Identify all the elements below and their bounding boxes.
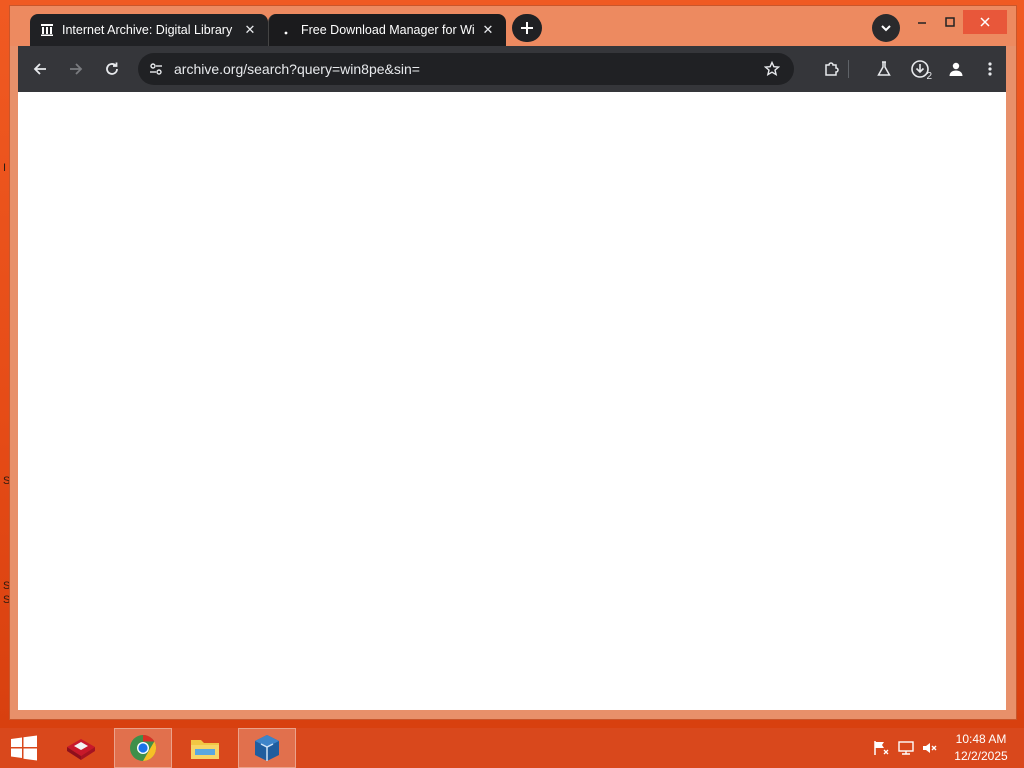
tab-free-download-manager[interactable]: Free Download Manager for Wi ✕ xyxy=(268,14,506,46)
maximize-icon xyxy=(945,17,955,27)
tab-title: Free Download Manager for Wi xyxy=(301,23,475,37)
tab-title: Internet Archive: Digital Library xyxy=(62,23,233,37)
taskbar-clock[interactable]: 10:48 AM 12/2/2025 xyxy=(944,731,1018,765)
taskbar-chrome[interactable] xyxy=(114,728,172,768)
reload-icon xyxy=(106,62,118,75)
chrome-icon xyxy=(130,734,157,762)
address-bar-url[interactable]: archive.org/search?query=win8pe&sin= xyxy=(174,61,758,77)
desktop-icon-label-fragment: I xyxy=(3,162,7,174)
start-button[interactable] xyxy=(0,728,48,768)
forward-arrow-icon xyxy=(70,63,83,75)
clock-date: 12/2/2025 xyxy=(954,749,1008,763)
browser-toolbar: archive.org/search?query=win8pe&sin= 2 xyxy=(18,46,1006,92)
archive-building-icon xyxy=(40,23,54,37)
extensions-button[interactable] xyxy=(818,55,846,83)
windows-logo-icon xyxy=(11,735,37,761)
browser-window: Internet Archive: Digital Library ✕ Free… xyxy=(10,6,1016,719)
browser-menu-button[interactable] xyxy=(976,55,1004,83)
site-info-icon[interactable] xyxy=(142,55,170,83)
clock-time: 10:48 AM xyxy=(955,732,1007,746)
bookmark-star-icon[interactable] xyxy=(758,55,786,83)
new-tab-button[interactable] xyxy=(512,14,542,42)
tray-network[interactable] xyxy=(897,728,915,768)
person-icon xyxy=(949,62,963,76)
page-content[interactable] xyxy=(18,92,1006,710)
tray-action-center[interactable] xyxy=(872,728,890,768)
app-red-icon xyxy=(67,739,95,760)
maximize-button[interactable] xyxy=(936,10,964,34)
back-button[interactable] xyxy=(26,55,54,83)
taskbar-virtualbox[interactable] xyxy=(238,728,296,768)
tray-volume[interactable] xyxy=(921,728,939,768)
close-tab-icon[interactable]: ✕ xyxy=(480,22,496,38)
browser-titlebar[interactable]: Internet Archive: Digital Library ✕ Free… xyxy=(10,6,1016,46)
tab-internet-archive[interactable]: Internet Archive: Digital Library ✕ xyxy=(30,14,268,46)
downloads-button[interactable]: 2 xyxy=(906,55,934,83)
taskbar-file-explorer[interactable] xyxy=(176,728,234,768)
taskbar: 10:48 AM 12/2/2025 xyxy=(0,728,1024,768)
chevron-down-icon xyxy=(881,25,891,32)
kebab-menu-icon xyxy=(988,62,992,76)
tab-search-button[interactable] xyxy=(872,14,900,42)
downloads-count-badge: 2 xyxy=(926,71,932,82)
flask-icon xyxy=(877,61,891,76)
forward-button[interactable] xyxy=(62,55,90,83)
minimize-icon xyxy=(918,22,926,24)
minimize-button[interactable] xyxy=(908,10,936,34)
back-arrow-icon xyxy=(33,63,46,75)
plus-icon xyxy=(521,22,533,34)
taskbar-app-red[interactable] xyxy=(52,728,110,768)
close-icon xyxy=(980,17,990,27)
volume-muted-icon xyxy=(923,743,937,753)
close-window-button[interactable] xyxy=(963,10,1007,34)
profile-button[interactable] xyxy=(942,55,970,83)
network-icon xyxy=(898,741,914,755)
close-tab-icon[interactable]: ✕ xyxy=(242,22,258,38)
toolbar-separator xyxy=(848,60,849,78)
dot-icon xyxy=(279,23,293,37)
file-explorer-icon xyxy=(191,740,219,759)
flag-icon xyxy=(874,741,889,755)
address-bar[interactable]: archive.org/search?query=win8pe&sin= xyxy=(138,53,794,85)
puzzle-icon xyxy=(825,62,839,76)
labs-button[interactable] xyxy=(870,55,898,83)
reload-button[interactable] xyxy=(98,55,126,83)
virtualbox-icon xyxy=(255,735,279,761)
